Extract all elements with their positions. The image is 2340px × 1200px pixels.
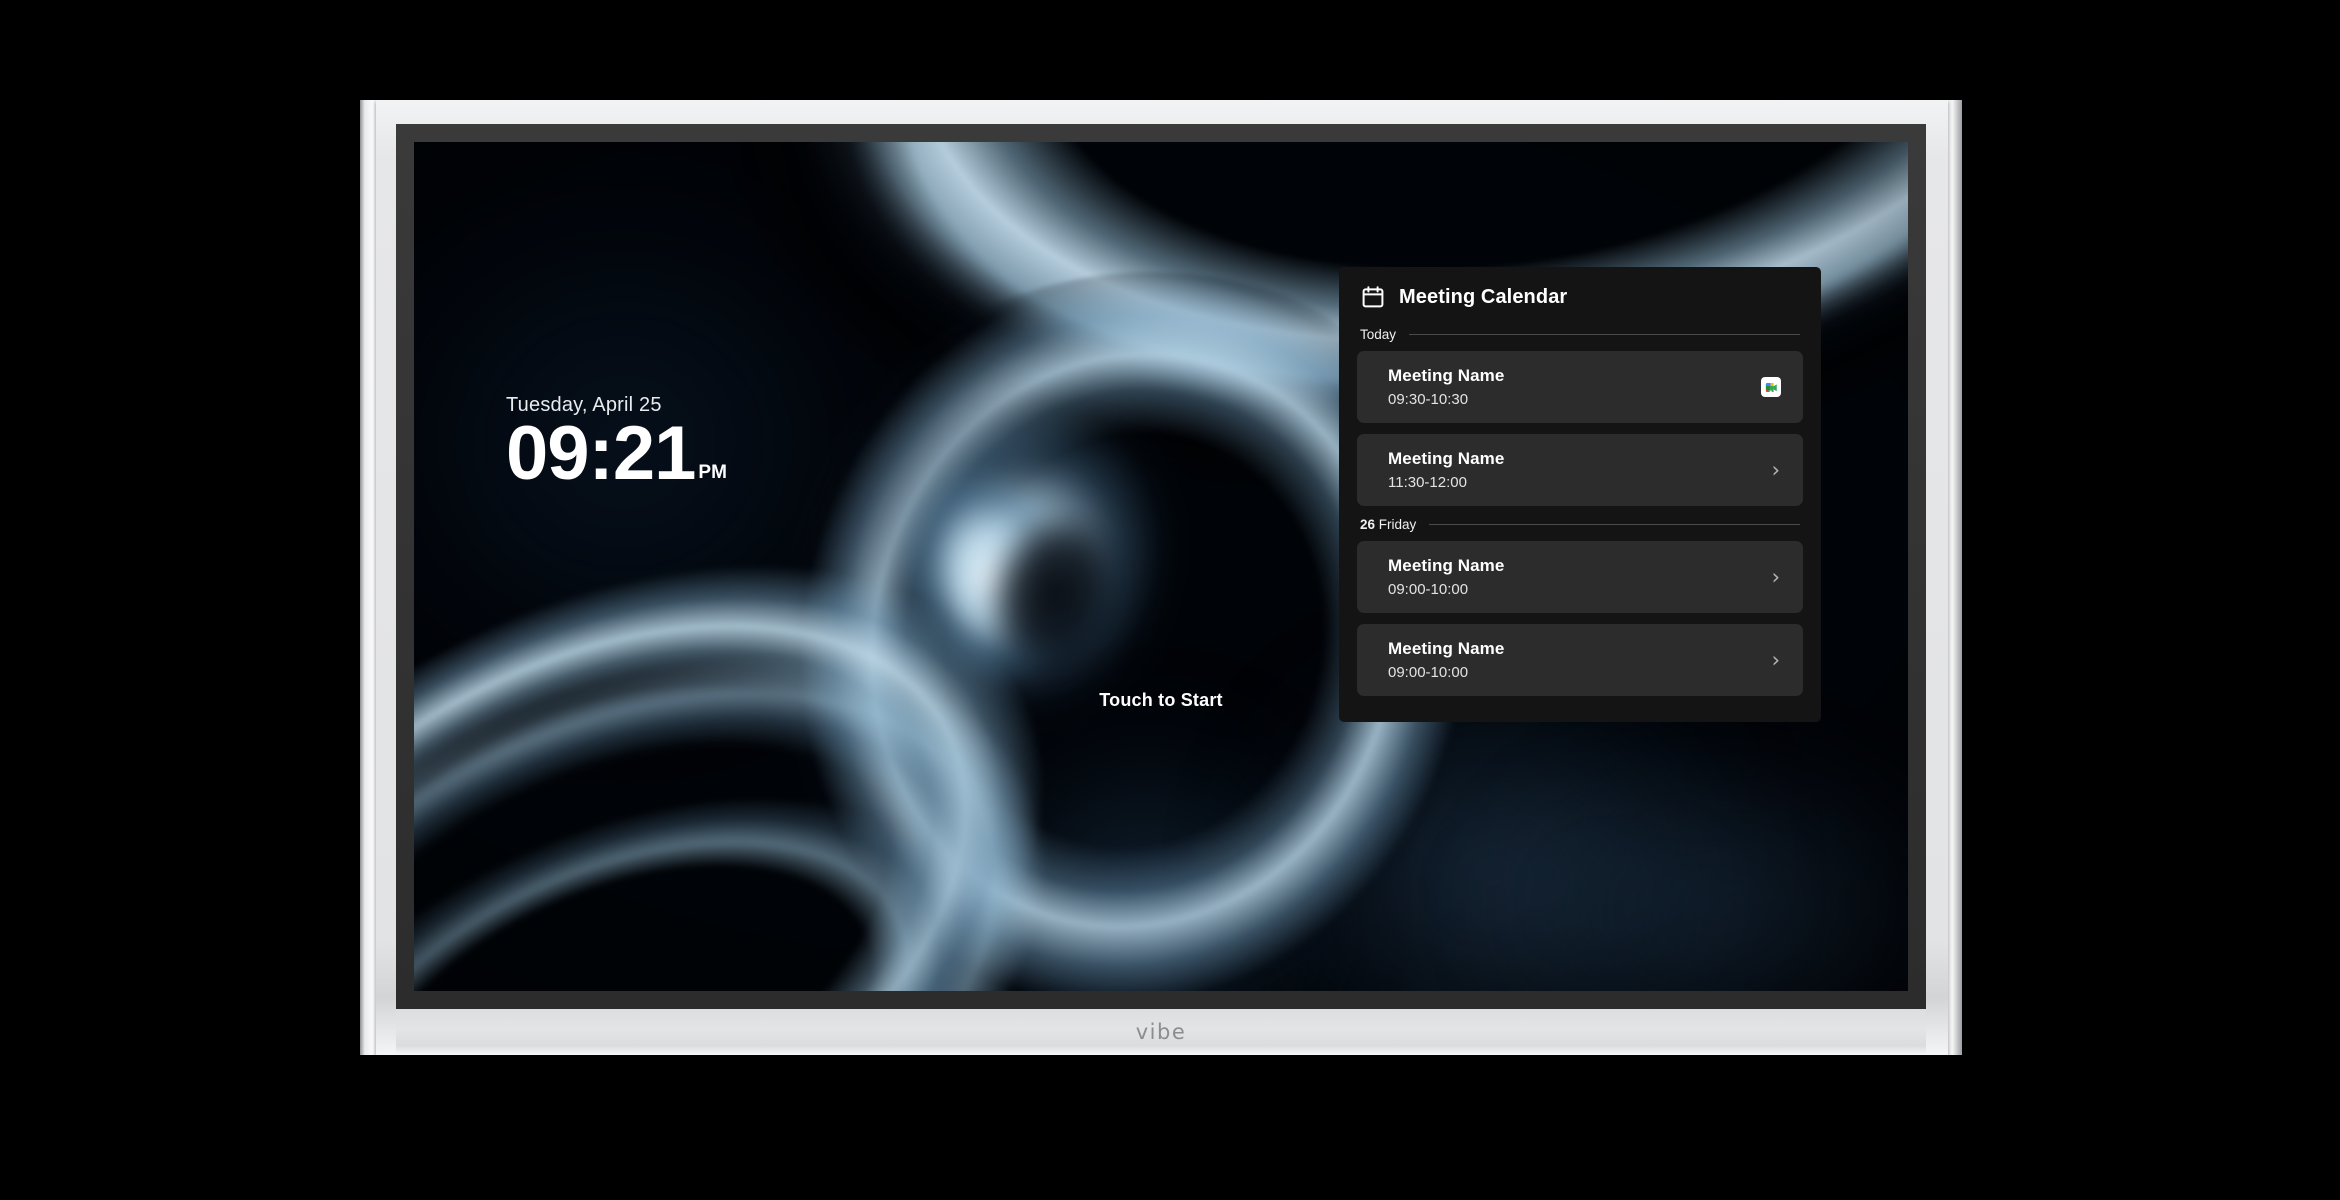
meeting-time: 09:00-10:00 bbox=[1388, 581, 1469, 598]
google-meet-glyph bbox=[1765, 382, 1777, 392]
chevron-right-icon[interactable]: › bbox=[1772, 459, 1783, 481]
vibe-board-device: Tuesday, April 25 09:21 PM Touch to Star… bbox=[360, 100, 1967, 1060]
device-inner-frame: Tuesday, April 25 09:21 PM Touch to Star… bbox=[396, 124, 1926, 1009]
calendar-title: Meeting Calendar bbox=[1399, 285, 1568, 308]
screenshot-root: Tuesday, April 25 09:21 PM Touch to Star… bbox=[0, 0, 2340, 1200]
calendar-body[interactable]: Today Meeting Name 09:30-10:30 Meeting N… bbox=[1339, 327, 1821, 696]
calendar-section-header-today: Today bbox=[1357, 327, 1803, 342]
device-screen[interactable]: Tuesday, April 25 09:21 PM Touch to Star… bbox=[414, 142, 1908, 991]
section-day-name: Today bbox=[1360, 327, 1397, 342]
calendar-section-header-friday: 26 Friday bbox=[1357, 517, 1803, 532]
section-day-name: Friday bbox=[1378, 517, 1417, 532]
meeting-name: Meeting Name bbox=[1388, 556, 1505, 575]
vibe-brand-logo: vibe bbox=[1135, 1020, 1187, 1044]
device-bezel: Tuesday, April 25 09:21 PM Touch to Star… bbox=[376, 100, 1948, 1055]
calendar-icon bbox=[1362, 286, 1384, 308]
clock-ampm: PM bbox=[698, 461, 727, 483]
meeting-name: Meeting Name bbox=[1388, 449, 1505, 468]
chevron-right-icon[interactable]: › bbox=[1772, 649, 1783, 671]
clock-time-row: 09:21 PM bbox=[506, 411, 727, 496]
chevron-right-icon[interactable]: › bbox=[1772, 566, 1783, 588]
meeting-calendar-panel: Meeting Calendar Today Meeting Name 09:3… bbox=[1339, 267, 1821, 722]
meeting-row[interactable]: Meeting Name 11:30-12:00 › bbox=[1357, 434, 1803, 506]
calendar-section-label-friday: 26 Friday bbox=[1360, 517, 1416, 532]
calendar-section-label-today: Today bbox=[1360, 327, 1396, 342]
meeting-time: 09:30-10:30 bbox=[1388, 391, 1469, 408]
calendar-section-rule bbox=[1429, 524, 1800, 525]
meeting-row[interactable]: Meeting Name 09:30-10:30 bbox=[1357, 351, 1803, 423]
meeting-time: 09:00-10:00 bbox=[1388, 664, 1469, 681]
meeting-text: Meeting Name 09:00-10:00 bbox=[1388, 639, 1504, 681]
clock-time: 09:21 bbox=[506, 411, 696, 496]
meeting-text: Meeting Name 09:30-10:30 bbox=[1388, 366, 1504, 408]
clock-widget: Tuesday, April 25 09:21 PM bbox=[506, 394, 727, 496]
meeting-text: Meeting Name 09:00-10:00 bbox=[1388, 556, 1504, 598]
calendar-header: Meeting Calendar bbox=[1339, 267, 1821, 309]
meeting-row[interactable]: Meeting Name 09:00-10:00 › bbox=[1357, 541, 1803, 613]
meeting-name: Meeting Name bbox=[1388, 366, 1505, 385]
calendar-section-rule bbox=[1409, 334, 1800, 335]
meeting-row[interactable]: Meeting Name 09:00-10:00 › bbox=[1357, 624, 1803, 696]
section-day-number: 26 bbox=[1360, 517, 1376, 532]
meeting-time: 11:30-12:00 bbox=[1388, 474, 1467, 491]
device-chin: vibe bbox=[396, 1009, 1926, 1055]
meeting-name: Meeting Name bbox=[1388, 639, 1505, 658]
meeting-text: Meeting Name 11:30-12:00 bbox=[1388, 449, 1504, 491]
google-meet-icon[interactable] bbox=[1761, 377, 1781, 397]
